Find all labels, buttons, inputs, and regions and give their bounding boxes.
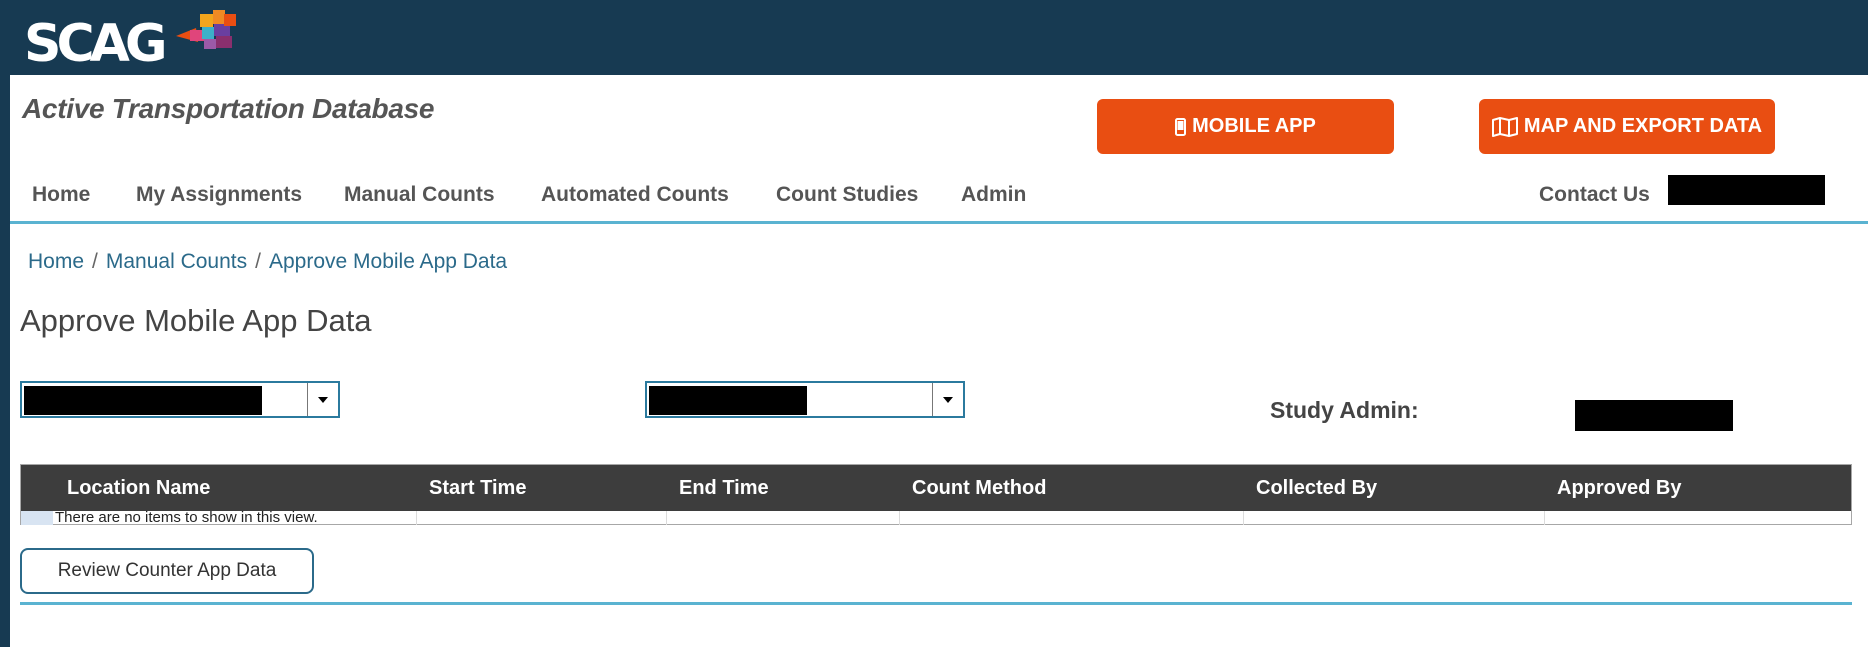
breadcrumb-home[interactable]: Home <box>28 250 84 273</box>
map-and-export-label: MAP AND EXPORT DATA <box>1523 115 1763 137</box>
study-select-value-redacted <box>24 386 262 415</box>
column-header-collected-by[interactable]: Collected By <box>1256 465 1377 511</box>
study-admin-value-redacted <box>1575 400 1733 431</box>
review-counter-app-data-button[interactable]: Review Counter App Data <box>20 548 314 594</box>
main-content: Active Transportation Database MOBILE AP… <box>10 75 1868 647</box>
app-title: Active Transportation Database <box>22 93 435 124</box>
nav-item-admin[interactable]: Admin <box>961 173 1026 217</box>
logo-mosaic-icon <box>176 10 236 49</box>
column-header-approved-by[interactable]: Approved By <box>1557 465 1681 511</box>
logo-text: SCAG <box>24 14 168 74</box>
bottom-divider <box>20 602 1852 605</box>
count-select-toggle[interactable] <box>932 383 963 416</box>
study-select[interactable] <box>20 381 340 418</box>
nav-item-automated-counts[interactable]: Automated Counts <box>541 173 729 217</box>
nav-divider <box>10 221 1868 224</box>
main-nav: Home My Assignments Manual Counts Automa… <box>10 173 1868 217</box>
user-name-redacted[interactable] <box>1668 175 1825 205</box>
nav-item-manual-counts[interactable]: Manual Counts <box>344 173 495 217</box>
mobile-app-button[interactable]: MOBILE APP <box>1097 99 1394 154</box>
column-header-start-time[interactable]: Start Time <box>429 465 526 511</box>
page-title: Approve Mobile App Data <box>20 303 372 338</box>
nav-item-home[interactable]: Home <box>32 173 90 217</box>
nav-item-count-studies[interactable]: Count Studies <box>776 173 918 217</box>
breadcrumb-manual-counts[interactable]: Manual Counts <box>106 250 247 273</box>
empty-row-cell <box>21 511 53 525</box>
caret-down-icon <box>943 396 953 403</box>
nav-item-my-assignments[interactable]: My Assignments <box>136 173 302 217</box>
column-divider <box>899 511 900 525</box>
mobile-app-data-table: Location Name Start Time End Time Count … <box>20 464 1852 525</box>
breadcrumb: Home / Manual Counts / Approve Mobile App Da… <box>28 250 507 274</box>
study-select-toggle[interactable] <box>307 383 338 416</box>
column-divider <box>416 511 417 525</box>
table-empty-message: There are no items to show in this view. <box>55 509 318 526</box>
breadcrumb-separator: / <box>255 250 261 273</box>
map-icon <box>1491 116 1518 137</box>
map-and-export-button[interactable]: MAP AND EXPORT DATA <box>1479 99 1775 154</box>
column-divider <box>666 511 667 525</box>
count-select[interactable] <box>645 381 965 418</box>
top-header-bar: SCAG <box>0 0 1868 75</box>
column-divider <box>1243 511 1244 525</box>
column-header-count-method[interactable]: Count Method <box>912 465 1046 511</box>
phone-icon <box>1175 117 1187 136</box>
scag-logo[interactable]: SCAG <box>24 6 264 74</box>
count-select-value-redacted <box>649 386 807 415</box>
breadcrumb-current[interactable]: Approve Mobile App Data <box>269 250 507 273</box>
column-header-location-name[interactable]: Location Name <box>67 465 210 511</box>
breadcrumb-separator: / <box>92 250 98 273</box>
column-divider <box>1544 511 1545 525</box>
study-admin-label: Study Admin: <box>1270 397 1419 423</box>
mobile-app-label: MOBILE APP <box>1192 115 1316 137</box>
caret-down-icon <box>318 396 328 403</box>
nav-item-contact-us[interactable]: Contact Us <box>1539 173 1650 217</box>
table-header: Location Name Start Time End Time Count … <box>21 465 1851 511</box>
column-header-end-time[interactable]: End Time <box>679 465 769 511</box>
